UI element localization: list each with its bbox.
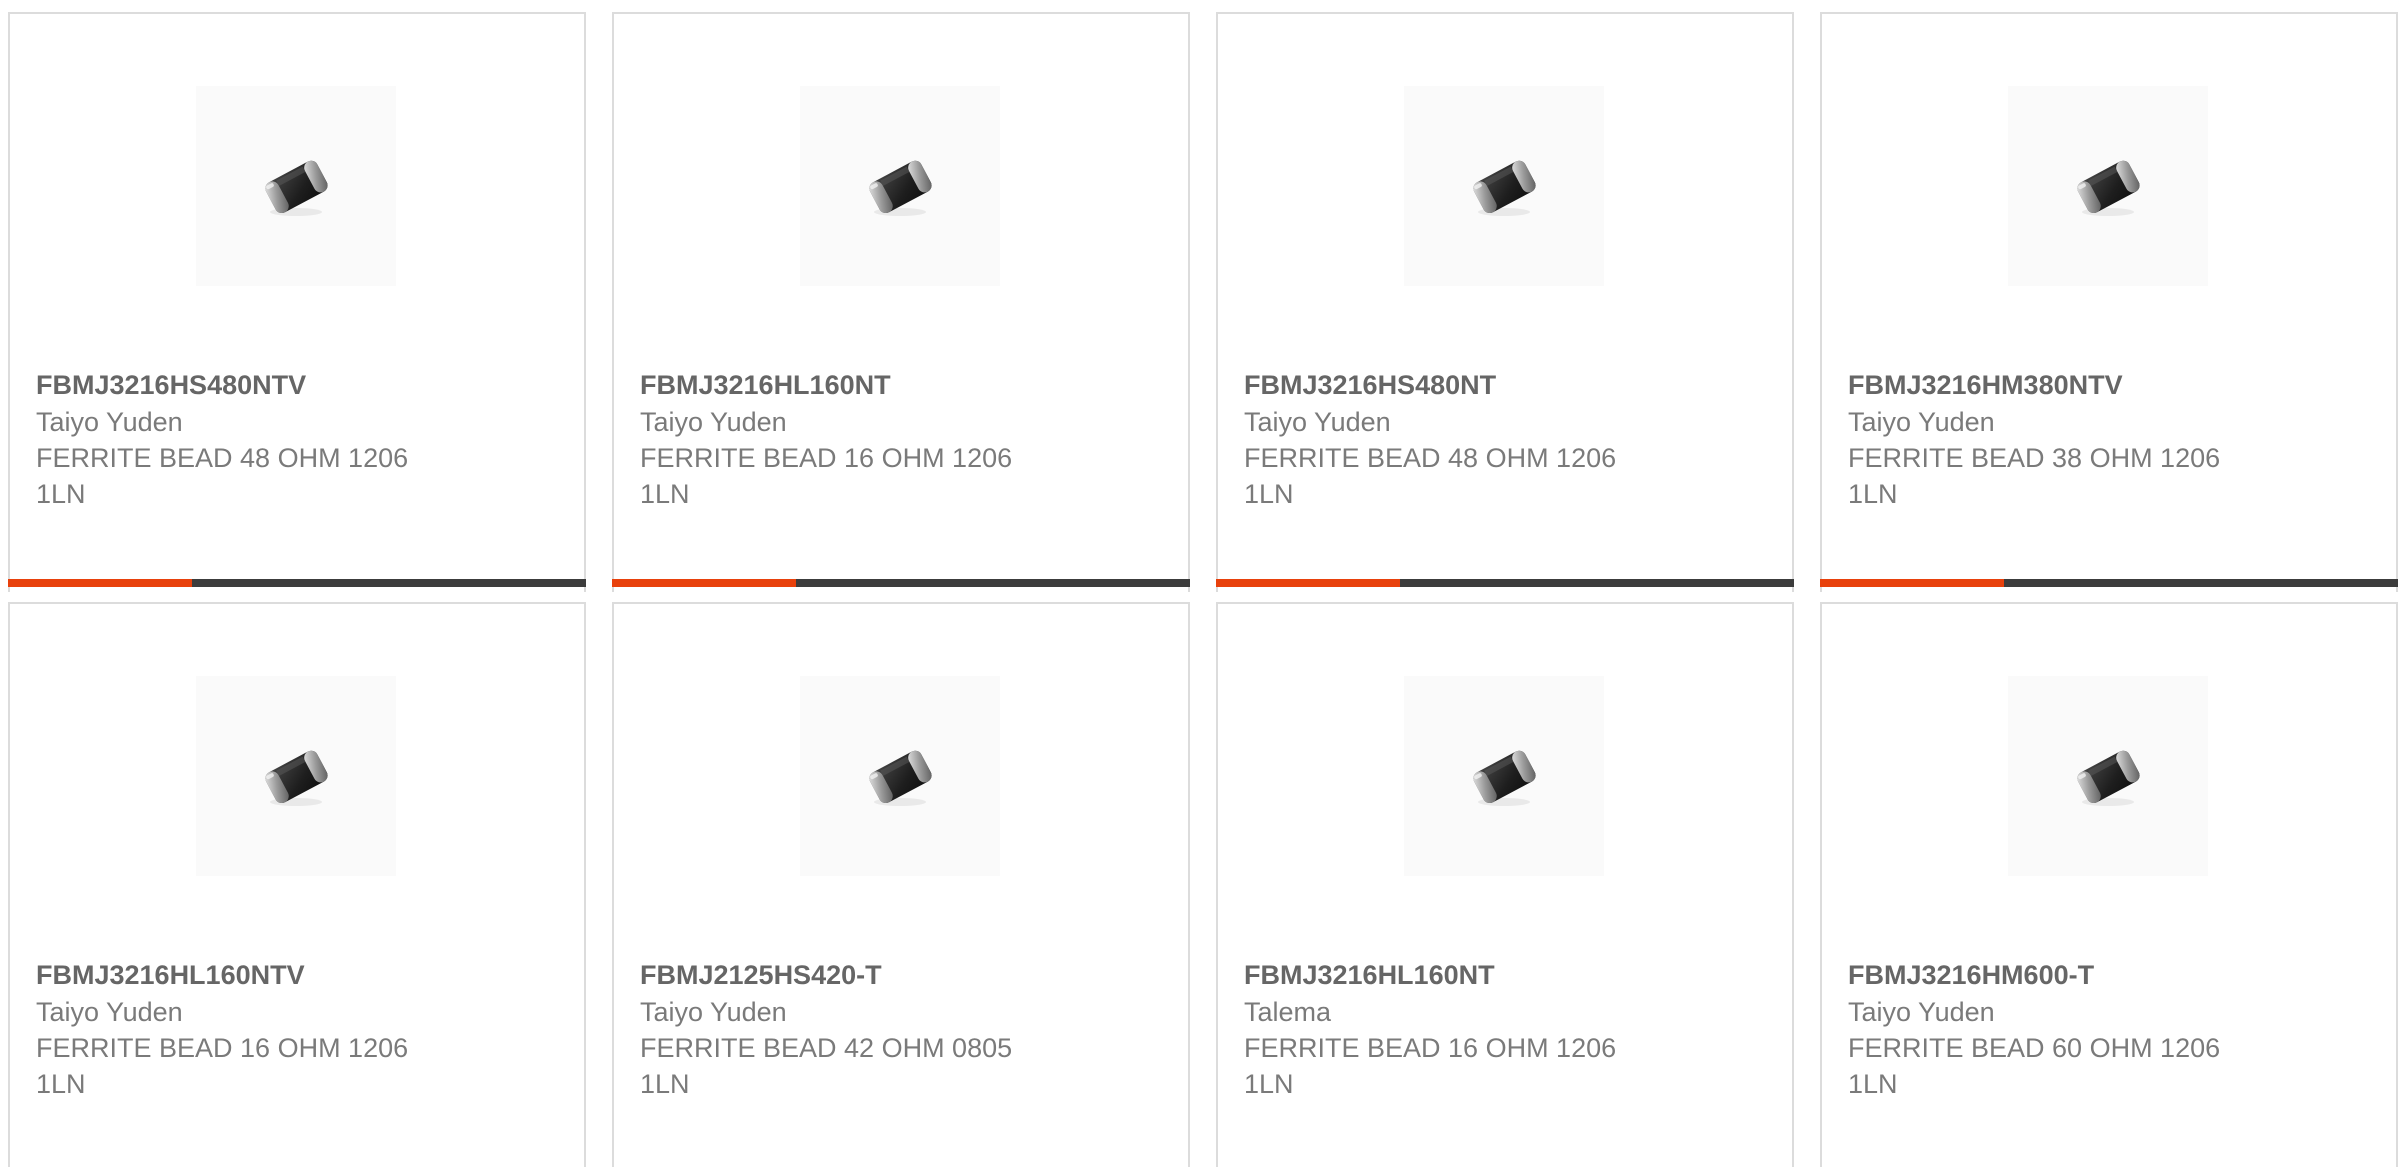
manufacturer: Taiyo Yuden	[640, 407, 787, 437]
manufacturer: Taiyo Yuden	[1848, 407, 1995, 437]
product-image[interactable]	[196, 86, 396, 286]
description: FERRITE BEAD 38 OHM 1206 1LN	[1848, 443, 2221, 509]
product-card[interactable]: FBMJ3216HS480NT Taiyo Yuden FERRITE BEAD…	[1216, 12, 1794, 592]
description: FERRITE BEAD 48 OHM 1206 1LN	[36, 443, 409, 509]
product-image[interactable]	[2008, 676, 2208, 876]
part-number[interactable]: FBMJ3216HM380NTV	[1848, 366, 2368, 404]
manufacturer: Talema	[1244, 997, 1332, 1027]
ferrite-bead-chip-icon	[866, 158, 935, 216]
card-accent-bar	[612, 579, 796, 587]
product-info: FBMJ3216HL160NTV Taiyo Yuden FERRITE BEA…	[36, 956, 556, 1102]
product-image[interactable]	[800, 86, 1000, 286]
product-info: FBMJ3216HM380NTV Taiyo Yuden FERRITE BEA…	[1848, 366, 2368, 512]
description: FERRITE BEAD 48 OHM 1206 1LN	[1244, 443, 1617, 509]
product-card[interactable]: FBMJ2125HS420-T Taiyo Yuden FERRITE BEAD…	[612, 602, 1190, 1167]
ferrite-bead-chip-icon	[866, 748, 935, 806]
manufacturer: Taiyo Yuden	[36, 407, 183, 437]
card-bottom-bar	[8, 579, 586, 587]
part-number[interactable]: FBMJ3216HM600-T	[1848, 956, 2368, 994]
manufacturer: Taiyo Yuden	[640, 997, 787, 1027]
card-bottom-bar	[1216, 579, 1794, 587]
product-image[interactable]	[800, 676, 1000, 876]
product-image[interactable]	[1404, 676, 1604, 876]
product-info: FBMJ3216HS480NTV Taiyo Yuden FERRITE BEA…	[36, 366, 556, 512]
card-accent-bar	[1216, 579, 1400, 587]
product-card[interactable]: FBMJ3216HM380NTV Taiyo Yuden FERRITE BEA…	[1820, 12, 2398, 592]
part-number[interactable]: FBMJ3216HS480NT	[1244, 366, 1764, 404]
product-info: FBMJ3216HL160NT Talema FERRITE BEAD 16 O…	[1244, 956, 1764, 1102]
part-number[interactable]: FBMJ3216HL160NT	[1244, 956, 1764, 994]
card-bottom-bar	[1820, 579, 2398, 587]
product-info: FBMJ2125HS420-T Taiyo Yuden FERRITE BEAD…	[640, 956, 1160, 1102]
manufacturer: Taiyo Yuden	[1848, 997, 1995, 1027]
ferrite-bead-chip-icon	[1470, 748, 1539, 806]
ferrite-bead-chip-icon	[262, 158, 331, 216]
product-card[interactable]: FBMJ3216HS480NTV Taiyo Yuden FERRITE BEA…	[8, 12, 586, 592]
ferrite-bead-chip-icon	[1470, 158, 1539, 216]
manufacturer: Taiyo Yuden	[1244, 407, 1391, 437]
description: FERRITE BEAD 60 OHM 1206 1LN	[1848, 1033, 2221, 1099]
description: FERRITE BEAD 42 OHM 0805 1LN	[640, 1033, 1013, 1099]
description: FERRITE BEAD 16 OHM 1206 1LN	[36, 1033, 409, 1099]
product-card[interactable]: FBMJ3216HM600-T Taiyo Yuden FERRITE BEAD…	[1820, 602, 2398, 1167]
product-info: FBMJ3216HM600-T Taiyo Yuden FERRITE BEAD…	[1848, 956, 2368, 1102]
part-number[interactable]: FBMJ2125HS420-T	[640, 956, 1160, 994]
product-grid: FBMJ3216HS480NTV Taiyo Yuden FERRITE BEA…	[0, 0, 2400, 1167]
product-card[interactable]: FBMJ3216HL160NT Talema FERRITE BEAD 16 O…	[1216, 602, 1794, 1167]
description: FERRITE BEAD 16 OHM 1206 1LN	[1244, 1033, 1617, 1099]
product-image[interactable]	[2008, 86, 2208, 286]
manufacturer: Taiyo Yuden	[36, 997, 183, 1027]
part-number[interactable]: FBMJ3216HS480NTV	[36, 366, 556, 404]
ferrite-bead-chip-icon	[2074, 158, 2143, 216]
part-number[interactable]: FBMJ3216HL160NTV	[36, 956, 556, 994]
product-image[interactable]	[1404, 86, 1604, 286]
product-card[interactable]: FBMJ3216HL160NTV Taiyo Yuden FERRITE BEA…	[8, 602, 586, 1167]
product-info: FBMJ3216HS480NT Taiyo Yuden FERRITE BEAD…	[1244, 366, 1764, 512]
card-accent-bar	[8, 579, 192, 587]
part-number[interactable]: FBMJ3216HL160NT	[640, 366, 1160, 404]
ferrite-bead-chip-icon	[262, 748, 331, 806]
description: FERRITE BEAD 16 OHM 1206 1LN	[640, 443, 1013, 509]
product-card[interactable]: FBMJ3216HL160NT Taiyo Yuden FERRITE BEAD…	[612, 12, 1190, 592]
product-image[interactable]	[196, 676, 396, 876]
product-info: FBMJ3216HL160NT Taiyo Yuden FERRITE BEAD…	[640, 366, 1160, 512]
card-accent-bar	[1820, 579, 2004, 587]
ferrite-bead-chip-icon	[2074, 748, 2143, 806]
card-bottom-bar	[612, 579, 1190, 587]
